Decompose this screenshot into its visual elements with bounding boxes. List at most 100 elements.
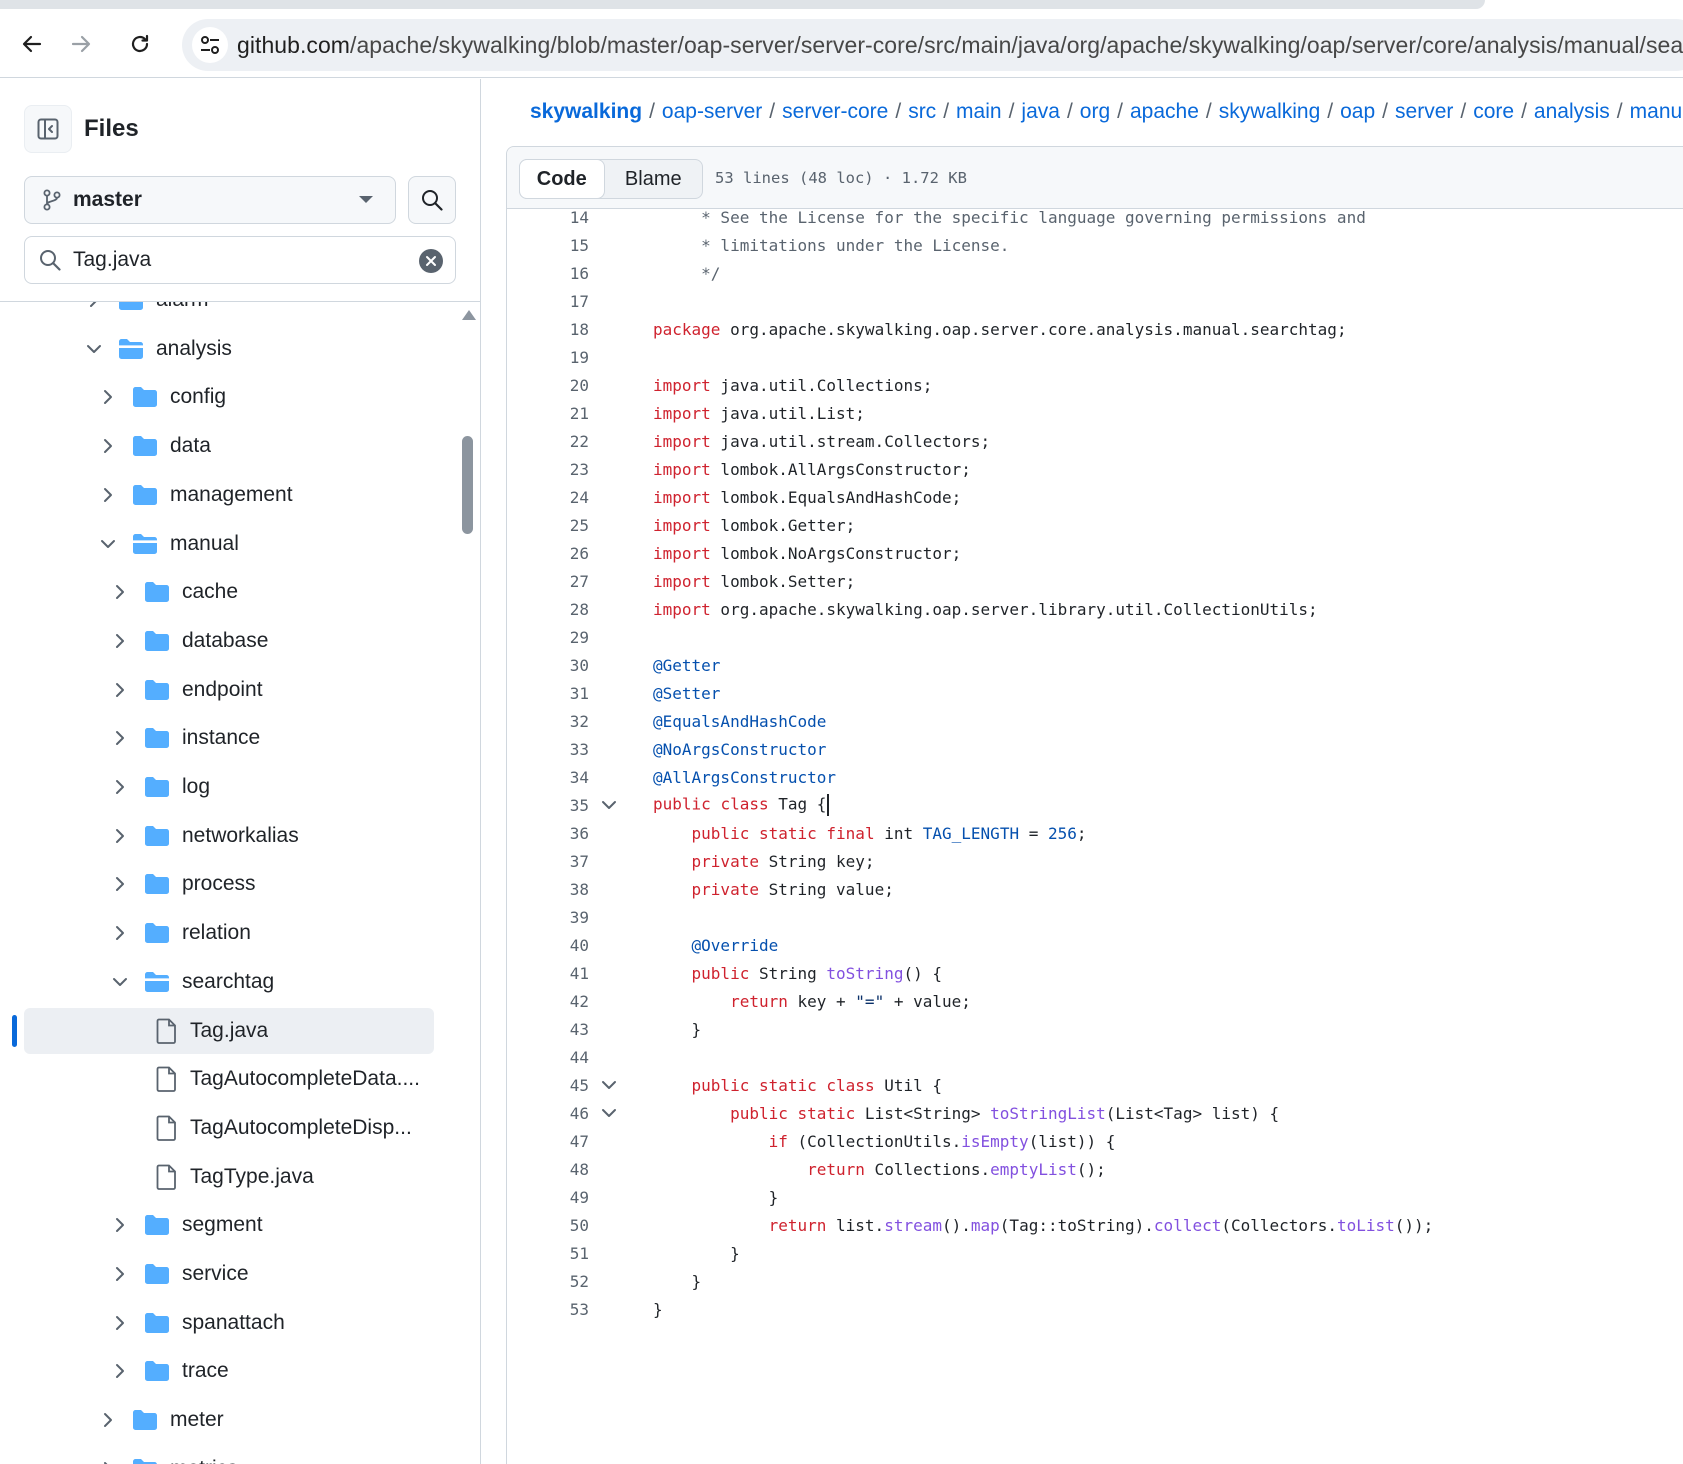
tree-folder-manual[interactable]: manual [0, 520, 466, 568]
fold-toggle[interactable] [589, 1077, 629, 1093]
tree-folder-instance[interactable]: instance [0, 714, 466, 762]
line-number[interactable]: 24 [507, 488, 589, 507]
fold-toggle[interactable] [589, 797, 629, 813]
line-number[interactable]: 52 [507, 1272, 589, 1291]
line-number[interactable]: 48 [507, 1160, 589, 1179]
fold-toggle[interactable] [589, 1105, 629, 1121]
tree-toggle[interactable] [100, 1412, 116, 1428]
line-number[interactable]: 25 [507, 516, 589, 535]
tree-file-tagautocompletedata[interactable]: TagAutocompleteData.... [0, 1055, 466, 1103]
tree-toggle[interactable] [100, 536, 116, 552]
breadcrumb-link-java[interactable]: java [1021, 100, 1060, 123]
line-number[interactable]: 51 [507, 1244, 589, 1263]
tree-file-tagtype-java[interactable]: TagType.java [0, 1153, 466, 1201]
reload-button[interactable] [122, 26, 158, 62]
tree-folder-networkalias[interactable]: networkalias [0, 812, 466, 860]
clear-filter-button[interactable] [419, 249, 443, 273]
breadcrumb-link-server-core[interactable]: server-core [782, 100, 888, 123]
file-tree-scrollbar[interactable] [461, 302, 476, 1464]
tree-folder-database[interactable]: database [0, 617, 466, 665]
line-number[interactable]: 34 [507, 768, 589, 787]
browser-tab[interactable] [0, 0, 1485, 9]
line-number[interactable]: 18 [507, 320, 589, 339]
breadcrumb-link-apache[interactable]: apache [1130, 100, 1199, 123]
search-files-button[interactable] [408, 176, 456, 224]
tree-toggle[interactable] [112, 1363, 128, 1379]
line-number[interactable]: 27 [507, 572, 589, 591]
url-text[interactable]: github.com/apache/skywalking/blob/master… [237, 32, 1683, 59]
file-filter-input[interactable] [73, 245, 393, 275]
tree-folder-trace[interactable]: trace [0, 1347, 466, 1395]
collapse-sidebar-button[interactable] [24, 105, 72, 153]
tree-toggle[interactable] [112, 925, 128, 941]
line-number[interactable]: 53 [507, 1300, 589, 1319]
line-number[interactable]: 26 [507, 544, 589, 563]
tree-toggle[interactable] [112, 584, 128, 600]
line-number[interactable]: 22 [507, 432, 589, 451]
forward-button[interactable] [63, 26, 99, 62]
tree-toggle[interactable] [100, 389, 116, 405]
branch-picker[interactable]: master [24, 176, 396, 224]
line-number[interactable]: 31 [507, 684, 589, 703]
line-number[interactable]: 47 [507, 1132, 589, 1151]
breadcrumb-link-analysis[interactable]: analysis [1534, 100, 1610, 123]
breadcrumb-link-skywalking[interactable]: skywalking [1219, 100, 1321, 123]
line-number[interactable]: 30 [507, 656, 589, 675]
tree-folder-alarm[interactable]: alarm [0, 302, 466, 324]
line-number[interactable]: 21 [507, 404, 589, 423]
tree-toggle[interactable] [112, 1217, 128, 1233]
breadcrumb-link-server[interactable]: server [1395, 100, 1453, 123]
tree-folder-cache[interactable]: cache [0, 568, 466, 616]
line-number[interactable]: 14 [507, 210, 589, 227]
tree-toggle[interactable] [112, 633, 128, 649]
tree-folder-process[interactable]: process [0, 860, 466, 908]
line-number[interactable]: 23 [507, 460, 589, 479]
breadcrumb-link-org[interactable]: org [1080, 100, 1110, 123]
tree-file-tagautocompletedisp[interactable]: TagAutocompleteDisp... [0, 1104, 466, 1152]
tree-folder-service[interactable]: service [0, 1250, 466, 1298]
code-view[interactable]: 14 * See the License for the specific la… [507, 210, 1683, 1450]
tree-toggle[interactable] [112, 730, 128, 746]
line-number[interactable]: 28 [507, 600, 589, 619]
tree-folder-metrics[interactable]: metrics [0, 1445, 466, 1464]
tree-folder-management[interactable]: management [0, 471, 466, 519]
breadcrumb-link-manual[interactable]: manual [1630, 100, 1683, 123]
breadcrumb-link-skywalking[interactable]: skywalking [530, 100, 642, 123]
address-bar[interactable]: github.com/apache/skywalking/blob/master… [182, 19, 1683, 71]
line-number[interactable]: 43 [507, 1020, 589, 1039]
line-number[interactable]: 29 [507, 628, 589, 647]
tree-folder-searchtag[interactable]: searchtag [0, 958, 466, 1006]
line-number[interactable]: 40 [507, 936, 589, 955]
line-number[interactable]: 49 [507, 1188, 589, 1207]
tree-folder-meter[interactable]: meter [0, 1396, 466, 1444]
line-number[interactable]: 44 [507, 1048, 589, 1067]
line-number[interactable]: 42 [507, 992, 589, 1011]
site-info-button[interactable] [192, 27, 228, 63]
scrollbar-thumb[interactable] [462, 436, 473, 534]
line-number[interactable]: 36 [507, 824, 589, 843]
line-number[interactable]: 33 [507, 740, 589, 759]
tree-toggle[interactable] [100, 487, 116, 503]
tree-file-tag-java[interactable]: Tag.java [0, 1007, 466, 1055]
tree-folder-spanattach[interactable]: spanattach [0, 1299, 466, 1347]
line-number[interactable]: 46 [507, 1104, 589, 1123]
breadcrumb-link-main[interactable]: main [956, 100, 1002, 123]
tree-folder-relation[interactable]: relation [0, 909, 466, 957]
line-number[interactable]: 35 [507, 796, 589, 815]
line-number[interactable]: 37 [507, 852, 589, 871]
tab-blame[interactable]: Blame [605, 160, 702, 198]
line-number[interactable]: 20 [507, 376, 589, 395]
line-number[interactable]: 32 [507, 712, 589, 731]
line-number[interactable]: 17 [507, 292, 589, 311]
tree-folder-endpoint[interactable]: endpoint [0, 666, 466, 714]
breadcrumb-link-oap[interactable]: oap [1340, 100, 1375, 123]
breadcrumb-link-core[interactable]: core [1473, 100, 1514, 123]
tree-toggle[interactable] [100, 438, 116, 454]
line-number[interactable]: 41 [507, 964, 589, 983]
line-number[interactable]: 19 [507, 348, 589, 367]
tab-code[interactable]: Code [519, 159, 605, 199]
tree-folder-analysis[interactable]: analysis [0, 325, 466, 373]
tree-toggle[interactable] [112, 1315, 128, 1331]
tree-toggle[interactable] [86, 341, 102, 357]
tree-toggle[interactable] [112, 974, 128, 990]
